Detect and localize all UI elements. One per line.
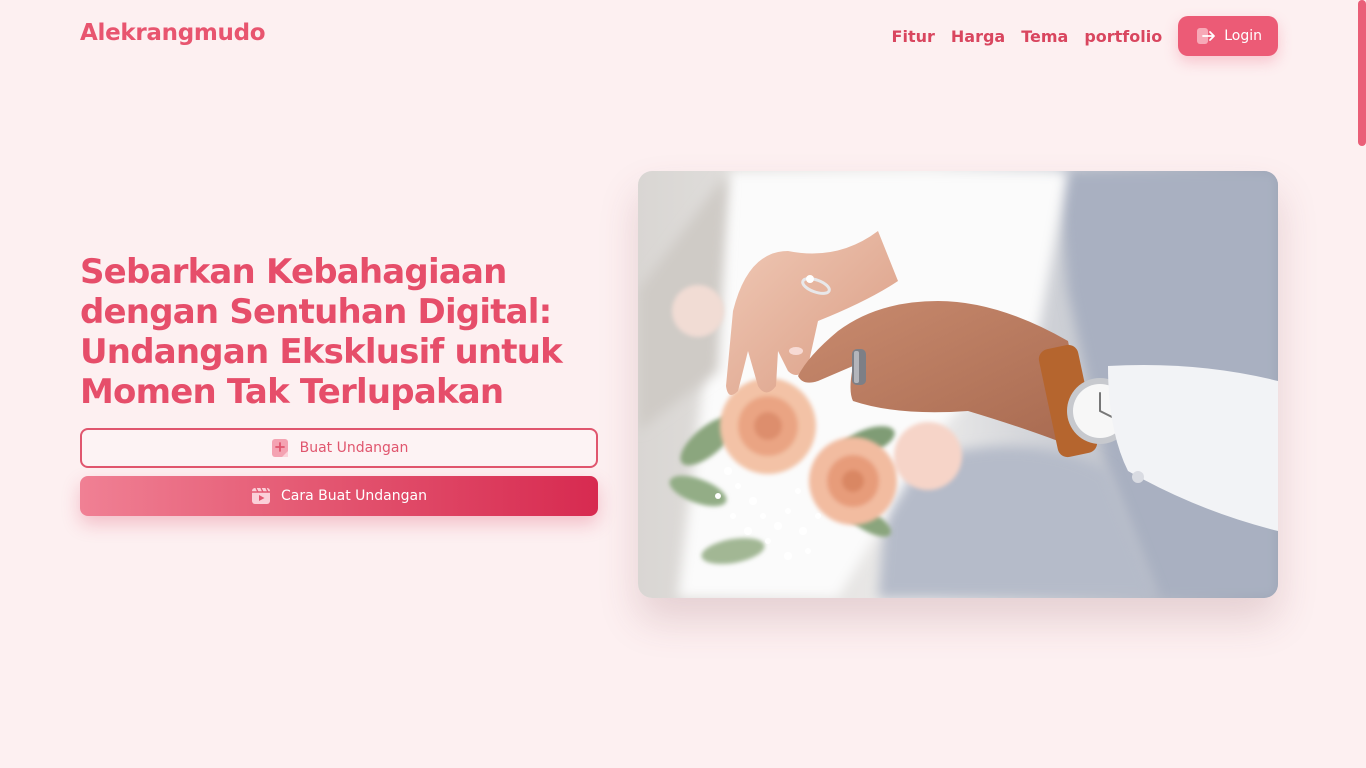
buat-undangan-button[interactable]: Buat Undangan (80, 428, 598, 468)
login-label: Login (1224, 28, 1262, 44)
sparkle-note-icon (270, 438, 290, 458)
video-play-icon (251, 486, 271, 506)
hero-title: Sebarkan Kebahagiaan dengan Sentuhan Dig… (80, 252, 563, 412)
scrollbar-thumb[interactable] (1358, 0, 1366, 146)
brand-logo[interactable]: Alekrangmudo (80, 20, 266, 46)
landing-page: Alekrangmudo Fitur Harga Tema portfolio … (0, 0, 1366, 768)
nav-link-portfolio[interactable]: portfolio (1084, 27, 1162, 46)
login-icon (1196, 26, 1216, 46)
nav-link-fitur[interactable]: Fitur (892, 27, 935, 46)
main-nav: Fitur Harga Tema portfolio Login (892, 16, 1278, 56)
nav-link-harga[interactable]: Harga (951, 27, 1005, 46)
nav-link-tema[interactable]: Tema (1021, 27, 1068, 46)
cara-buat-undangan-label: Cara Buat Undangan (281, 488, 427, 504)
buat-undangan-label: Buat Undangan (299, 440, 409, 456)
cara-buat-undangan-button[interactable]: Cara Buat Undangan (80, 476, 598, 516)
login-button[interactable]: Login (1178, 16, 1278, 56)
wedding-photo-illustration (638, 171, 1278, 598)
hero-wedding-image (638, 171, 1278, 598)
